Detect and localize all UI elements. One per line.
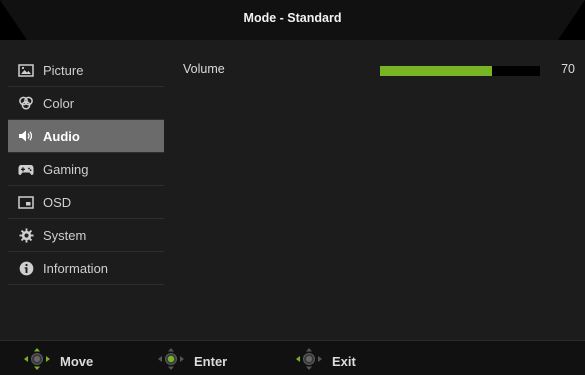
exit-button-icon bbox=[296, 348, 322, 375]
volume-setting[interactable]: Volume 70 bbox=[183, 58, 575, 82]
sidebar-item-label: Information bbox=[43, 260, 109, 276]
move-hint: Move bbox=[24, 348, 93, 375]
sidebar-item-label: Picture bbox=[43, 62, 84, 78]
monitor-osd: Mode - Standard Picture Color Audio Gami… bbox=[0, 0, 585, 375]
enter-label: Enter bbox=[194, 354, 228, 369]
sidebar-item-gaming[interactable]: Gaming bbox=[8, 153, 164, 186]
exit-hint: Exit bbox=[296, 348, 356, 375]
volume-slider-fill bbox=[380, 66, 492, 76]
volume-slider[interactable] bbox=[380, 66, 540, 76]
gear-icon bbox=[18, 227, 34, 243]
sidebar-item-information[interactable]: Information bbox=[8, 252, 164, 285]
osd-icon bbox=[18, 195, 34, 209]
enter-hint: Enter bbox=[158, 348, 227, 375]
header: Mode - Standard bbox=[0, 0, 585, 40]
gamepad-icon bbox=[18, 162, 34, 176]
info-icon bbox=[18, 261, 34, 275]
color-icon bbox=[18, 96, 34, 110]
enter-button-icon bbox=[158, 348, 184, 375]
move-label: Move bbox=[60, 354, 94, 369]
sidebar-item-label: OSD bbox=[43, 194, 72, 210]
sidebar-item-label: Gaming bbox=[43, 161, 89, 177]
sidebar-item-osd[interactable]: OSD bbox=[8, 186, 164, 219]
sidebar-item-picture[interactable]: Picture bbox=[8, 54, 164, 87]
exit-label: Exit bbox=[332, 354, 356, 369]
four-way-arrows-icon bbox=[24, 348, 50, 375]
sidebar-menu: Picture Color Audio Gaming OSD System In… bbox=[8, 54, 164, 285]
picture-icon bbox=[18, 63, 34, 77]
settings-panel: Volume 70 bbox=[183, 58, 575, 82]
sidebar-item-label: System bbox=[43, 227, 87, 243]
mode-title: Mode - Standard bbox=[243, 11, 342, 25]
sidebar-item-audio[interactable]: Audio bbox=[8, 120, 164, 153]
sidebar-item-label: Audio bbox=[43, 128, 80, 144]
sidebar-item-label: Color bbox=[43, 95, 75, 111]
sidebar-item-color[interactable]: Color bbox=[8, 87, 164, 120]
sidebar-item-system[interactable]: System bbox=[8, 219, 164, 252]
speaker-icon bbox=[18, 129, 34, 143]
volume-value: 70 bbox=[561, 62, 575, 76]
volume-label: Volume bbox=[183, 62, 225, 76]
footer-hints: Move Enter Exit bbox=[0, 340, 585, 375]
